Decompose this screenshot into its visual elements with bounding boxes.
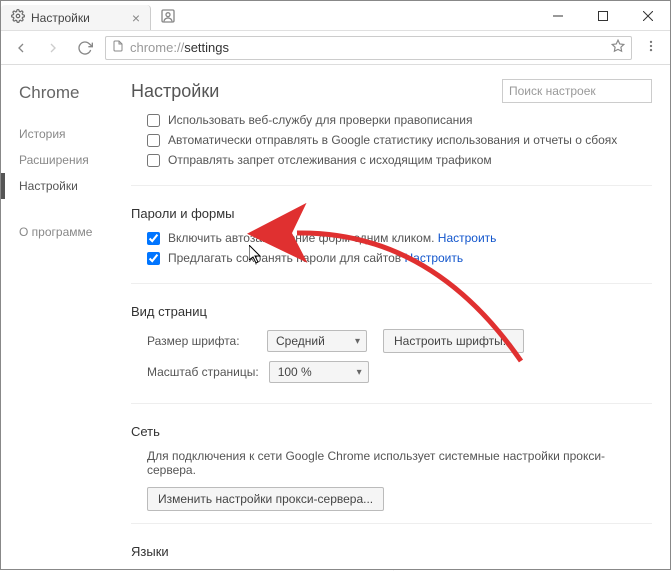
address-input[interactable]: chrome://settings: [105, 36, 632, 60]
font-size-row: Размер шрифта: Средний Настроить шрифты.…: [147, 329, 652, 353]
tab-title: Настройки: [31, 11, 90, 25]
zoom-row: Масштаб страницы: 100 %: [147, 361, 652, 383]
configure-fonts-button[interactable]: Настроить шрифты...: [383, 329, 524, 353]
link-configure-autofill[interactable]: Настроить: [438, 231, 497, 245]
checkbox-save-passwords[interactable]: [147, 252, 160, 265]
sidebar-item-settings[interactable]: Настройки: [19, 173, 131, 199]
checkbox-row-stats: Автоматически отправлять в Google статис…: [147, 133, 652, 147]
sidebar-item-about[interactable]: О программе: [19, 219, 131, 245]
window-titlebar: Настройки ×: [1, 1, 670, 31]
checkbox-stats[interactable]: [147, 134, 160, 147]
checkbox-dnt[interactable]: [147, 154, 160, 167]
url-text: chrome://settings: [130, 40, 605, 55]
checkbox-row-autofill: Включить автозаполнение форм одним клико…: [147, 231, 652, 245]
section-heading-languages: Языки: [131, 544, 652, 559]
profile-icon[interactable]: [151, 1, 185, 30]
browser-tab[interactable]: Настройки ×: [1, 5, 151, 30]
font-size-select[interactable]: Средний: [267, 330, 367, 352]
network-desc: Для подключения к сети Google Chrome исп…: [147, 449, 652, 477]
checkbox-label[interactable]: Автоматически отправлять в Google статис…: [168, 133, 617, 147]
link-configure-passwords[interactable]: Настроить: [404, 251, 463, 265]
section-heading-passwords: Пароли и формы: [131, 206, 652, 221]
page-title: Настройки: [131, 81, 219, 102]
maximize-button[interactable]: [580, 1, 625, 30]
section-heading-appearance: Вид страниц: [131, 304, 652, 319]
checkbox-spellcheck[interactable]: [147, 114, 160, 127]
font-size-label: Размер шрифта:: [147, 334, 257, 348]
section-heading-network: Сеть: [131, 424, 652, 439]
checkbox-label[interactable]: Включить автозаполнение форм одним клико…: [168, 231, 496, 245]
minimize-button[interactable]: [535, 1, 580, 30]
address-bar: chrome://settings: [1, 31, 670, 65]
window-controls: [535, 1, 670, 30]
zoom-select[interactable]: 100 %: [269, 361, 369, 383]
sidebar-item-history[interactable]: История: [19, 121, 131, 147]
checkbox-label[interactable]: Отправлять запрет отслеживания с исходящ…: [168, 153, 492, 167]
back-button[interactable]: [9, 38, 33, 58]
menu-button[interactable]: [640, 37, 662, 58]
gear-icon: [11, 9, 25, 26]
sidebar-item-extensions[interactable]: Расширения: [19, 147, 131, 173]
checkbox-row-spellcheck: Использовать веб-службу для проверки пра…: [147, 113, 652, 127]
close-button[interactable]: [625, 1, 670, 30]
content-area: Chrome История Расширения Настройки О пр…: [1, 65, 670, 571]
checkbox-label[interactable]: Использовать веб-службу для проверки пра…: [168, 113, 472, 127]
page-icon: [112, 40, 124, 55]
forward-button[interactable]: [41, 38, 65, 58]
checkbox-autofill[interactable]: [147, 232, 160, 245]
proxy-settings-button[interactable]: Изменить настройки прокси-сервера...: [147, 487, 384, 511]
search-input[interactable]: Поиск настроек: [502, 79, 652, 103]
checkbox-row-save-passwords: Предлагать сохранять пароли для сайтов Н…: [147, 251, 652, 265]
reload-button[interactable]: [73, 38, 97, 58]
zoom-label: Масштаб страницы:: [147, 365, 259, 379]
settings-main: Настройки Поиск настроек Использовать ве…: [131, 65, 670, 571]
brand-label: Chrome: [19, 83, 131, 103]
checkbox-label[interactable]: Предлагать сохранять пароли для сайтов Н…: [168, 251, 463, 265]
checkbox-row-dnt: Отправлять запрет отслеживания с исходящ…: [147, 153, 652, 167]
tab-close-icon[interactable]: ×: [132, 10, 140, 26]
settings-sidebar: Chrome История Расширения Настройки О пр…: [1, 65, 131, 571]
bookmark-icon[interactable]: [611, 39, 625, 56]
